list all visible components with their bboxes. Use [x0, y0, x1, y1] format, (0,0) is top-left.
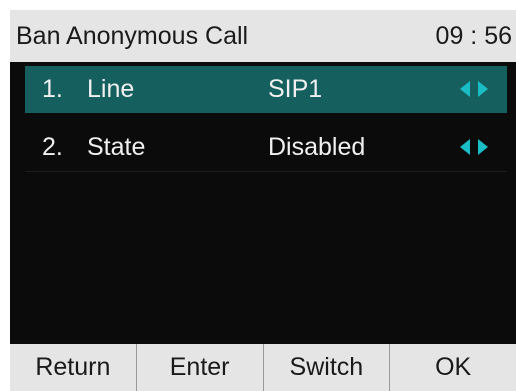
- left-right-arrows-icon[interactable]: [458, 139, 492, 157]
- ok-softkey[interactable]: OK: [389, 344, 516, 391]
- arrow-right-icon[interactable]: [478, 139, 488, 155]
- menu-item-state[interactable]: 2. State Disabled: [25, 124, 507, 171]
- menu-item-index: 1.: [42, 75, 63, 103]
- arrow-left-icon[interactable]: [460, 81, 470, 97]
- page-title: Ban Anonymous Call: [16, 22, 249, 50]
- switch-softkey[interactable]: Switch: [262, 344, 390, 391]
- left-right-arrows-icon[interactable]: [458, 81, 492, 99]
- menu-item-label: Line: [87, 75, 135, 103]
- arrow-right-icon[interactable]: [478, 81, 488, 97]
- return-softkey[interactable]: Return: [10, 344, 136, 391]
- menu-item-label: State: [87, 133, 146, 161]
- menu-item-line[interactable]: 1. Line SIP1: [25, 66, 507, 113]
- menu-item-value: Disabled: [268, 133, 366, 161]
- menu-item-index: 2.: [42, 133, 63, 161]
- menu-item-value: SIP1: [268, 75, 323, 103]
- clock: 09 : 56: [435, 22, 512, 50]
- phone-screen: Ban Anonymous Call 09 : 56 1. Line SIP1 …: [10, 10, 516, 391]
- title-bar: Ban Anonymous Call 09 : 56: [10, 10, 516, 62]
- enter-softkey[interactable]: Enter: [135, 344, 263, 391]
- softkey-bar: Return Enter Switch OK: [10, 344, 516, 391]
- row-divider: [25, 171, 507, 172]
- arrow-left-icon[interactable]: [460, 139, 470, 155]
